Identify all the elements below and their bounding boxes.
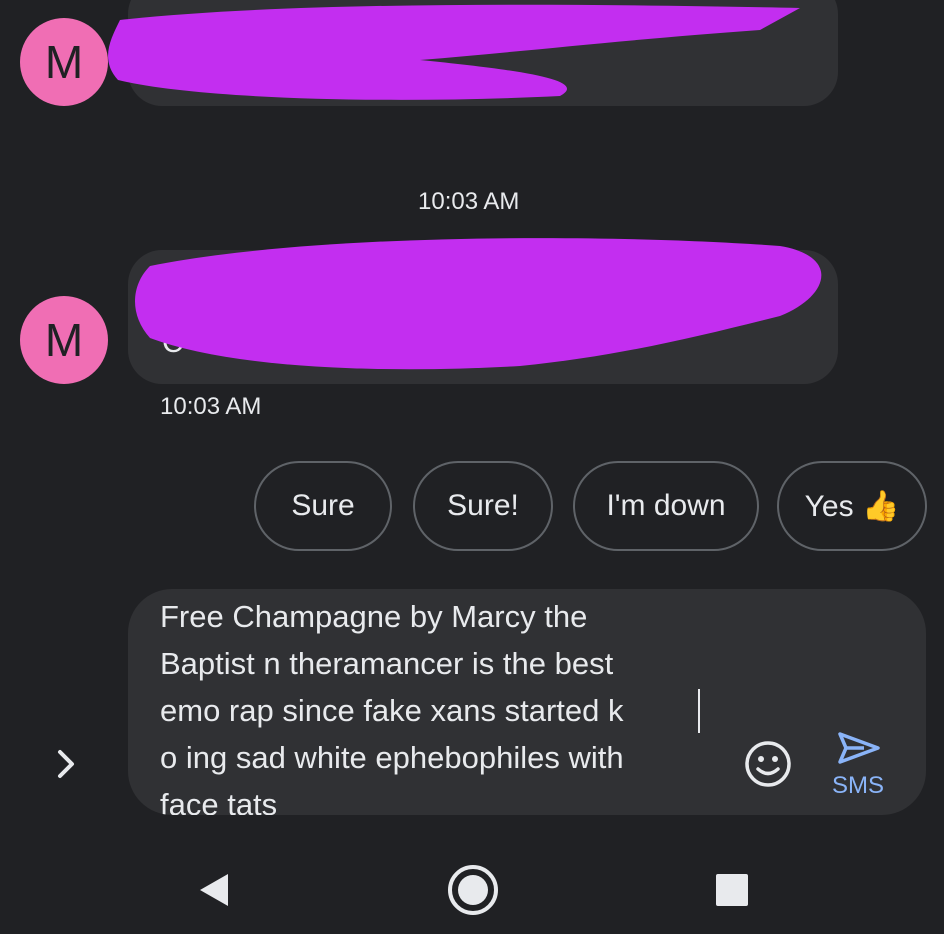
- emoji-icon[interactable]: [743, 739, 793, 789]
- contact-avatar-2[interactable]: M: [20, 296, 108, 384]
- send-label: SMS: [832, 772, 885, 799]
- smart-reply-sure[interactable]: Sure: [254, 461, 392, 551]
- timestamp-divider: 10:03 AM: [418, 188, 520, 215]
- nav-back-button[interactable]: [184, 855, 244, 925]
- smart-reply-yes[interactable]: Yes 👍: [777, 461, 927, 551]
- send-icon: [838, 732, 880, 764]
- smart-reply-sure-excl[interactable]: Sure!: [413, 461, 553, 551]
- nav-home-button[interactable]: [443, 855, 503, 925]
- avatar-initial-2: M: [44, 314, 84, 366]
- home-circle-icon: [448, 865, 498, 915]
- back-triangle-icon: [200, 874, 228, 906]
- send-sms-button[interactable]: SMS: [826, 726, 892, 802]
- smart-reply-im-down[interactable]: I'm down: [573, 461, 759, 551]
- message-input-text[interactable]: Free Champagne by Marcy the Baptist n th…: [160, 593, 720, 815]
- message-bubble-1[interactable]: [128, 0, 838, 106]
- message-timestamp: 10:03 AM: [160, 393, 262, 420]
- text-caret: [698, 689, 700, 733]
- message-text-fragment: C: [162, 326, 184, 359]
- avatar-initial: M: [44, 36, 84, 88]
- nav-recents-button[interactable]: [702, 855, 762, 925]
- chevron-right-icon[interactable]: [52, 744, 82, 784]
- recents-square-icon: [716, 874, 748, 906]
- contact-avatar[interactable]: M: [20, 18, 108, 106]
- message-bubble-2[interactable]: C: [128, 250, 838, 384]
- message-input[interactable]: Free Champagne by Marcy the Baptist n th…: [128, 589, 926, 815]
